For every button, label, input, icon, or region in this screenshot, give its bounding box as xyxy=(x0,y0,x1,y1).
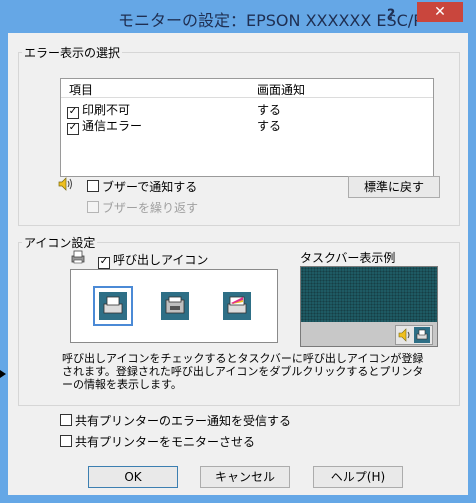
shared-printer-receive-label: 共有プリンターのエラー通知を受信する xyxy=(75,414,292,428)
list-item-label: 印刷不可 xyxy=(82,103,131,117)
pointer-arrow-icon xyxy=(0,370,6,378)
buzzer-notify-label: ブザーで通知する xyxy=(102,180,198,194)
buzzer-repeat-checkbox[interactable] xyxy=(87,201,99,213)
error-display-group-label: エラー表示の選択 xyxy=(22,44,123,61)
help-button[interactable]: ヘルプ(H) xyxy=(313,466,403,488)
taskbar-strip xyxy=(301,322,437,346)
column-header-item[interactable]: 項目 xyxy=(69,81,93,98)
system-tray xyxy=(395,325,433,345)
callout-icon-option[interactable]: 呼び出しアイコン xyxy=(98,251,208,269)
shared-printer-monitor-option[interactable]: 共有プリンターをモニターさせる xyxy=(60,433,255,450)
comm-error-checkbox[interactable] xyxy=(67,123,79,135)
shared-printer-monitor-checkbox[interactable] xyxy=(60,435,72,447)
taskbar-preview xyxy=(300,266,438,347)
list-item-comm-error[interactable]: 通信エラー xyxy=(67,117,142,135)
title-bar[interactable]: モニターの設定：EPSON XXXXXX ESC/P ? ✕ xyxy=(0,0,476,33)
printer-style-3-icon[interactable] xyxy=(223,292,251,320)
speaker-tray-icon xyxy=(398,328,410,342)
icon-selection-panel xyxy=(70,269,278,343)
dialog-window: モニターの設定：EPSON XXXXXX ESC/P ? ✕ エラー表示の選択 … xyxy=(0,0,476,503)
list-item-label: 通信エラー xyxy=(82,119,143,133)
shared-printer-receive-checkbox[interactable] xyxy=(60,414,72,426)
dialog-client-area: エラー表示の選択 項目 画面通知 印刷不可 する 通信エラー する ブザーで通知… xyxy=(0,33,468,495)
callout-icon-checkbox[interactable] xyxy=(98,257,110,269)
list-item-notify-value: する xyxy=(257,103,282,117)
printer-icon xyxy=(71,250,85,264)
buzzer-notify-option[interactable]: ブザーで通知する xyxy=(87,178,197,195)
buzzer-repeat-label: ブザーを繰り返す xyxy=(102,201,199,215)
printer-tray-icon xyxy=(414,327,430,343)
reset-defaults-button[interactable]: 標準に戻す xyxy=(348,176,440,198)
list-item-notify-value: する xyxy=(257,119,282,133)
column-header-notify[interactable]: 画面通知 xyxy=(257,81,305,98)
printer-style-2-icon[interactable] xyxy=(161,292,189,320)
shared-printer-monitor-label: 共有プリンターをモニターさせる xyxy=(75,435,256,449)
taskbar-preview-label: タスクバー表示例 xyxy=(300,251,396,265)
speaker-icon xyxy=(58,177,72,191)
close-button[interactable]: ✕ xyxy=(417,2,463,22)
shared-printer-receive-option[interactable]: 共有プリンターのエラー通知を受信する xyxy=(60,412,291,429)
help-icon[interactable]: ? xyxy=(381,6,401,24)
icon-settings-group-label: アイコン設定 xyxy=(22,234,98,251)
window-title: モニターの設定：EPSON XXXXXX ESC/P xyxy=(118,11,423,30)
printer-style-1-icon[interactable] xyxy=(93,286,133,326)
buzzer-repeat-option[interactable]: ブザーを繰り返す xyxy=(87,199,198,216)
callout-icon-description: 呼び出しアイコンをチェックするとタスクバーに呼び出しアイコンが登録されます。登録… xyxy=(62,352,424,391)
callout-icon-label: 呼び出しアイコン xyxy=(113,253,209,267)
cancel-button[interactable]: キャンセル xyxy=(200,466,290,488)
ok-button[interactable]: OK xyxy=(88,466,178,488)
error-items-list[interactable]: 項目 画面通知 印刷不可 する 通信エラー する xyxy=(60,78,434,177)
list-header: 項目 画面通知 xyxy=(61,79,433,98)
buzzer-notify-checkbox[interactable] xyxy=(87,180,99,192)
